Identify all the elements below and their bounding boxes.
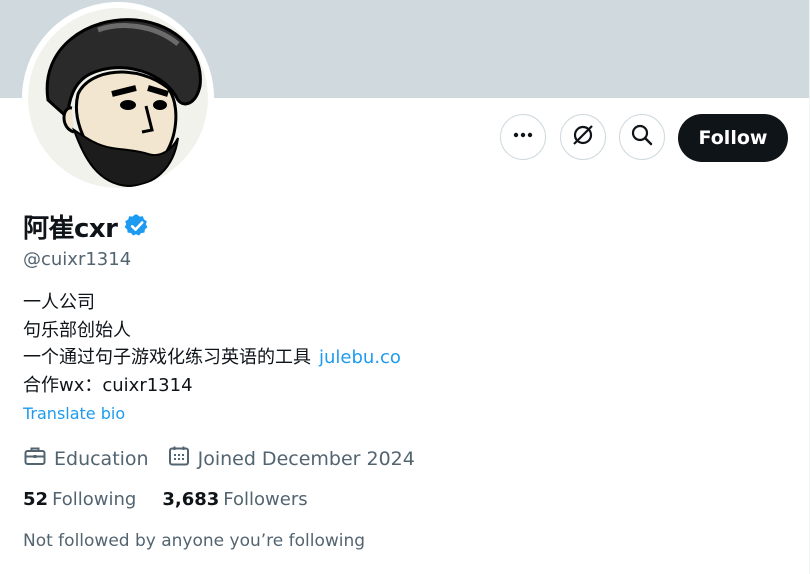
more-icon <box>512 124 534 150</box>
name-row: 阿崔cxr <box>23 208 150 244</box>
grok-button[interactable] <box>560 114 606 160</box>
joined-label: Joined December 2024 <box>197 447 415 470</box>
translate-bio-link[interactable]: Translate bio <box>23 404 125 423</box>
bio-line: 句乐部创始人 <box>23 319 131 341</box>
bio-line: 合作wx：cuixr1314 <box>23 374 193 396</box>
bio-line: 一人公司 <box>23 292 95 313</box>
bio: 一人公司 句乐部创始人 一个通过句子游戏化练习英语的工具 julebu.co 合作… <box>23 289 401 399</box>
bio-line-with-link: 一个通过句子游戏化练习英语的工具 julebu.co <box>23 344 401 372</box>
followers-count: 3,683 <box>162 489 220 510</box>
calendar-icon <box>167 444 198 473</box>
display-name: 阿崔cxr <box>23 213 118 244</box>
category-label[interactable]: Education <box>54 448 149 470</box>
category-item: Education <box>23 444 149 473</box>
followers-label: Followers <box>223 489 308 510</box>
follow-button[interactable]: Follow <box>678 114 788 162</box>
following-link[interactable]: 52 Following <box>23 489 136 510</box>
following-label: Following <box>52 489 137 510</box>
briefcase-icon <box>23 444 54 473</box>
following-count: 52 <box>23 489 49 510</box>
more-button[interactable] <box>500 114 546 160</box>
bio-line: 一个通过句子游戏化练习英语的工具 <box>23 347 311 368</box>
followed-by-note: Not followed by anyone you’re following <box>23 531 366 551</box>
followers-link[interactable]: 3,683 Followers <box>162 489 307 510</box>
follow-stats: 52 Following 3,683 Followers <box>23 489 334 510</box>
search-icon <box>630 123 654 151</box>
grok-icon <box>571 123 595 151</box>
avatar[interactable] <box>28 8 208 188</box>
bio-link[interactable]: julebu.co <box>319 347 401 368</box>
joined-item: Joined December 2024 <box>167 444 415 473</box>
search-button[interactable] <box>619 114 665 160</box>
verified-badge-icon[interactable] <box>124 213 150 239</box>
handle: @cuixr1314 <box>23 249 132 270</box>
profile-meta: Education Joined December 2024 <box>23 444 433 473</box>
